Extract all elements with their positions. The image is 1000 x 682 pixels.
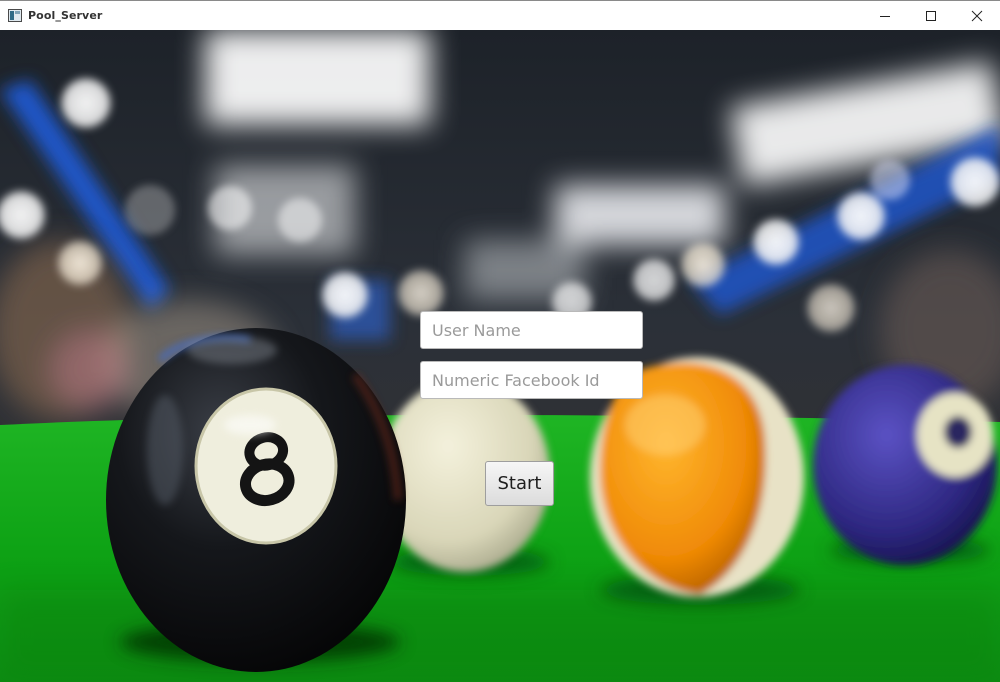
window-title: Pool_Server — [28, 9, 103, 22]
start-button[interactable]: Start — [485, 461, 554, 506]
main-content: Start — [0, 30, 1000, 682]
background-image — [0, 30, 1000, 682]
close-button[interactable] — [954, 1, 1000, 31]
title-bar: Pool_Server — [0, 0, 1000, 30]
maximize-button[interactable] — [908, 1, 954, 31]
minimize-button[interactable] — [862, 1, 908, 31]
close-icon — [971, 10, 983, 22]
username-input[interactable] — [420, 311, 643, 349]
maximize-icon — [926, 11, 936, 21]
facebook-id-input[interactable] — [420, 361, 643, 399]
minimize-icon — [880, 16, 890, 17]
app-icon — [8, 9, 22, 22]
